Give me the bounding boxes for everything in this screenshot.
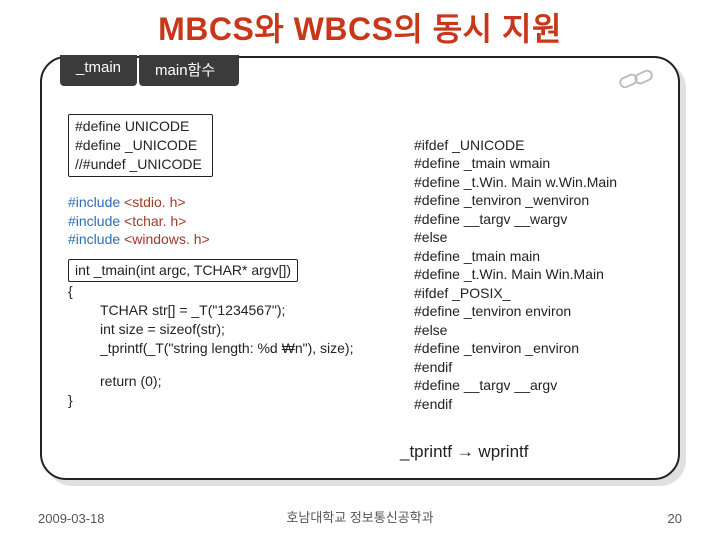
tabs: _tmain main함수 xyxy=(60,55,241,86)
r11: #else xyxy=(414,321,617,339)
footer-page: 20 xyxy=(668,511,682,526)
r5: #define __targv __wargv xyxy=(414,210,617,228)
define-box: #define UNICODE #define _UNICODE //#unde… xyxy=(68,114,213,177)
inc3: #include <windows. h> xyxy=(68,230,353,249)
open-brace: { xyxy=(68,282,353,301)
r6: #else xyxy=(414,228,617,246)
r12: #define _tenviron _environ xyxy=(414,339,617,357)
link-icon xyxy=(618,64,656,99)
r9: #ifdef _POSIX_ xyxy=(414,284,617,302)
r4: #define _tenviron _wenviron xyxy=(414,191,617,209)
r7: #define _tmain main xyxy=(414,247,617,265)
r10: #define _tenviron environ xyxy=(414,302,617,320)
line2: int size = sizeof(str); xyxy=(68,320,353,339)
r13: #endif xyxy=(414,358,617,376)
inc1: #include <stdio. h> xyxy=(68,193,353,212)
tab-tmain: _tmain xyxy=(60,55,137,86)
line1: TCHAR str[] = _T("1234567"); xyxy=(68,301,353,320)
r14: #define __targv __argv xyxy=(414,376,617,394)
code-right: #ifdef _UNICODE #define _tmain wmain #de… xyxy=(414,136,617,413)
r15: #endif xyxy=(414,395,617,413)
close-brace: } xyxy=(68,391,353,410)
bottom-note: _tprintf → wprintf xyxy=(400,442,529,462)
r8: #define _t.Win. Main Win.Main xyxy=(414,265,617,283)
r3: #define _t.Win. Main w.Win.Main xyxy=(414,173,617,191)
return: return (0); xyxy=(68,372,353,391)
def2: #define _UNICODE xyxy=(75,136,202,155)
footer-center: 호남대학교 정보통신공학과 xyxy=(0,507,720,526)
code-left: #define UNICODE #define _UNICODE //#unde… xyxy=(68,114,353,410)
func-sig: int _tmain(int argc, TCHAR* argv[]) xyxy=(68,259,298,282)
r1: #ifdef _UNICODE xyxy=(414,136,617,154)
slide-title: MBCS와 WBCS의 동시 지원 xyxy=(0,0,720,50)
content-frame: _tmain main함수 #define UNICODE #define _U… xyxy=(40,56,680,480)
def1: #define UNICODE xyxy=(75,117,202,136)
r2: #define _tmain wmain xyxy=(414,154,617,172)
inc2: #include <tchar. h> xyxy=(68,212,353,231)
tab-main: main함수 xyxy=(139,55,239,86)
line3: _tprintf(_T("string length: %d ₩n"), siz… xyxy=(68,339,353,358)
def3: //#undef _UNICODE xyxy=(75,155,202,174)
